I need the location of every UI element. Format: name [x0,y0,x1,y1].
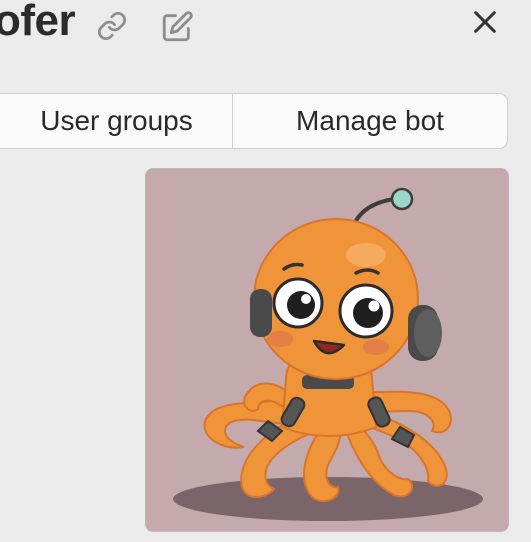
bot-avatar-image [145,168,509,532]
bot-title: ofer [0,0,76,45]
edit-icon [160,10,194,44]
tab-manage-bot[interactable]: Manage bot [233,94,507,148]
edit-button[interactable] [160,10,194,44]
close-icon [469,6,501,38]
octopus-robot-icon [146,169,508,531]
tab-user-groups[interactable]: User groups [0,94,233,148]
tab-segmented-control: User groups Manage bot [0,93,508,149]
link-icon [96,10,128,42]
copy-link-button[interactable] [96,10,128,42]
close-button[interactable] [469,6,501,38]
